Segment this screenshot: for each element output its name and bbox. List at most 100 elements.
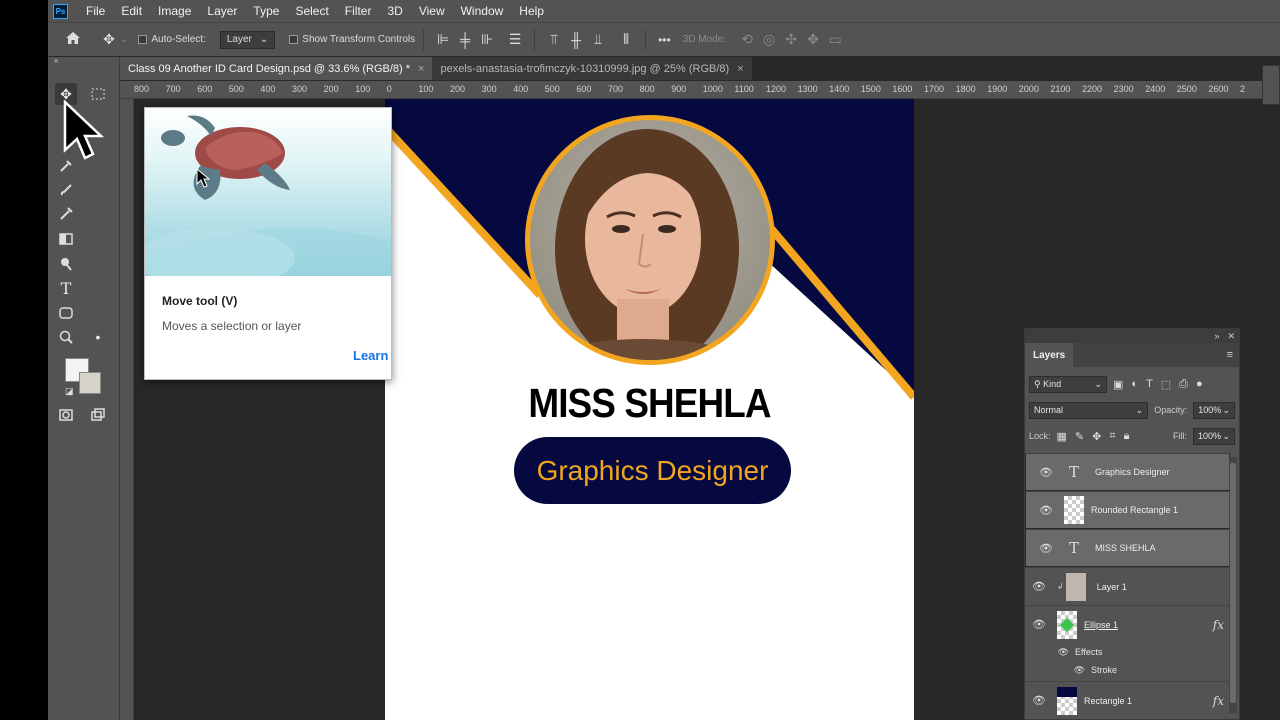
eye-icon[interactable]: 👁︎ (1025, 580, 1053, 593)
eye-icon[interactable]: 👁︎ (1032, 466, 1060, 479)
eye-icon[interactable]: 👁︎ (1025, 694, 1053, 707)
smart-object-filter-icon[interactable]: ⎙ (1179, 378, 1188, 391)
eye-icon[interactable]: 👁︎ (1025, 618, 1053, 631)
show-transform-checkbox[interactable] (289, 35, 299, 44)
layers-scrollbar[interactable] (1229, 457, 1237, 713)
show-transform-label: Show Transform Controls (302, 34, 416, 45)
blend-mode-dropdown[interactable]: Normal ⌄ (1029, 401, 1149, 419)
3d-slide-icon[interactable]: ✥ (802, 31, 824, 48)
collapse-toolbar-icon[interactable]: « (48, 57, 119, 65)
tooltip-learn-link[interactable]: Learn (353, 348, 388, 363)
tab-id-card-design[interactable]: Class 09 Another ID Card Design.psd @ 33… (120, 57, 433, 80)
menu-type[interactable]: Type (245, 4, 287, 18)
lock-image-icon[interactable]: ✎ (1075, 430, 1084, 443)
menu-select[interactable]: Select (287, 4, 336, 18)
screen-mode-icon[interactable] (87, 404, 109, 426)
eye-icon[interactable]: 👁︎ (1032, 542, 1060, 555)
align-middle-icon[interactable]: ╫ (565, 32, 587, 48)
align-top-icon[interactable]: ⫪ (543, 31, 565, 48)
close-panel-icon[interactable]: ✕ (1227, 331, 1235, 342)
pixel-filter-icon[interactable]: ▣ (1113, 378, 1123, 391)
background-color-swatch[interactable] (79, 372, 101, 394)
layer-miss-shehla[interactable]: 👁︎ T MISS SHEHLA (1025, 529, 1230, 567)
ruler-label: 1100 (734, 84, 754, 94)
align-right-icon[interactable]: ⊪ (476, 31, 498, 48)
eye-icon[interactable]: 👁︎ (1025, 665, 1091, 676)
menu-edit[interactable]: Edit (113, 4, 150, 18)
panel-dock-stub[interactable] (1262, 65, 1280, 105)
zoom-tool-icon[interactable] (55, 326, 77, 348)
lock-artboard-icon[interactable]: ⌗ (1109, 430, 1115, 443)
fill-input[interactable]: 100% ⌄ (1193, 427, 1235, 445)
tab-pexels-photo[interactable]: pexels-anastasia-trofimczyk-10310999.jpg… (432, 57, 752, 80)
dodge-tool-icon[interactable] (55, 253, 77, 275)
lock-transparent-icon[interactable]: ▦ (1057, 430, 1067, 443)
distribute-horizontal-icon[interactable]: ⫴ (615, 31, 637, 48)
gradient-tool-icon[interactable] (55, 228, 77, 250)
3d-pan-icon[interactable]: ✣ (780, 31, 802, 48)
menu-filter[interactable]: Filter (337, 4, 380, 18)
layer-layer-1[interactable]: 👁︎ ↲ Layer 1 (1025, 567, 1230, 605)
rectangle-tool-icon[interactable] (55, 302, 77, 324)
scrollbar-thumb[interactable] (1230, 463, 1236, 703)
document-canvas[interactable]: MISS SHEHLA Graphics Designer (385, 99, 914, 720)
profile-photo (530, 120, 770, 360)
layers-panel: » ✕ Layers ≡ ⚲ Kind ⌄ ▣ ◐ T ⬚ ⎙ ● Normal ⌄ (1024, 328, 1240, 720)
panel-menu-icon[interactable]: ≡ (1227, 343, 1239, 367)
move-tool-preset-icon[interactable]: ✥ (98, 31, 120, 48)
horizontal-ruler[interactable]: 800 700 600 500 400 300 200 100 0 100 200 300 400 500… (120, 81, 1280, 99)
default-colors-icon[interactable]: ◪ (65, 386, 74, 397)
collapse-panel-icon[interactable]: » (1214, 331, 1219, 341)
menu-window[interactable]: Window (453, 4, 512, 18)
filter-kind-dropdown[interactable]: ⚲ Kind ⌄ (1029, 375, 1107, 393)
stroke-effect-row[interactable]: 👁︎ Stroke (1025, 661, 1230, 679)
auto-select-label: Auto-Select: (151, 34, 206, 45)
close-icon[interactable]: × (418, 63, 424, 75)
more-options-icon[interactable]: ••• (658, 33, 671, 47)
fx-icon[interactable]: fx (1213, 694, 1224, 708)
auto-select-checkbox[interactable] (138, 35, 148, 44)
home-icon[interactable] (62, 31, 84, 48)
align-bottom-icon[interactable]: ⫫ (587, 31, 609, 48)
eye-icon[interactable]: 👁︎ (1032, 504, 1060, 517)
ruler-label: 400 (260, 84, 276, 94)
menu-3d[interactable]: 3D (379, 4, 410, 18)
lock-all-icon[interactable]: 🔒︎ (1124, 430, 1130, 443)
tab-layers[interactable]: Layers (1025, 343, 1074, 367)
tooltip-illustration (145, 108, 391, 368)
hand-tool-icon[interactable]: • (87, 326, 109, 348)
layer-rounded-rectangle-1[interactable]: 👁︎ Rounded Rectangle 1 (1025, 491, 1230, 529)
opacity-input[interactable]: 100% ⌄ (1193, 401, 1235, 419)
ruler-label: 1900 (987, 84, 1008, 94)
3d-orbit-icon[interactable]: ⟲ (736, 31, 758, 48)
3d-camera-icon[interactable]: ▭ (824, 31, 846, 48)
fx-icon[interactable]: fx (1213, 618, 1224, 632)
menu-file[interactable]: File (78, 4, 113, 18)
auto-select-dropdown[interactable]: Layer ⌄ (219, 30, 276, 49)
layer-rectangle-1[interactable]: 👁︎ Rectangle 1 fx (1025, 681, 1230, 719)
align-center-icon[interactable]: ╪ (454, 32, 476, 48)
filter-toggle-icon[interactable]: ● (1196, 378, 1203, 391)
chevron-down-icon[interactable]: ⌄ (120, 34, 128, 45)
effects-row[interactable]: 👁︎ Effects (1025, 643, 1230, 661)
eye-icon[interactable]: 👁︎ (1025, 647, 1075, 658)
align-left-icon[interactable]: ⊫ (432, 31, 454, 48)
brush-tool-icon[interactable] (55, 179, 77, 201)
quick-mask-icon[interactable] (55, 404, 77, 426)
distribute-vertical-icon[interactable]: ☰ (504, 31, 526, 48)
menu-layer[interactable]: Layer (199, 4, 245, 18)
3d-roll-icon[interactable]: ◎ (758, 31, 780, 48)
menu-image[interactable]: Image (150, 4, 199, 18)
close-icon[interactable]: × (737, 63, 743, 75)
menu-view[interactable]: View (411, 4, 453, 18)
layer-ellipse-1[interactable]: 👁︎ Ellipse 1 fx (1025, 605, 1230, 643)
clone-stamp-tool-icon[interactable] (55, 203, 77, 225)
lock-position-icon[interactable]: ✥ (1092, 430, 1101, 443)
layer-graphics-designer[interactable]: 👁︎ T Graphics Designer (1025, 453, 1230, 491)
type-filter-icon[interactable]: T (1146, 378, 1153, 391)
adjustment-filter-icon[interactable]: ◐ (1131, 378, 1138, 391)
vertical-ruler[interactable] (120, 99, 134, 720)
menu-help[interactable]: Help (511, 4, 552, 18)
type-tool-icon[interactable]: T (55, 277, 77, 299)
shape-filter-icon[interactable]: ⬚ (1161, 378, 1171, 391)
